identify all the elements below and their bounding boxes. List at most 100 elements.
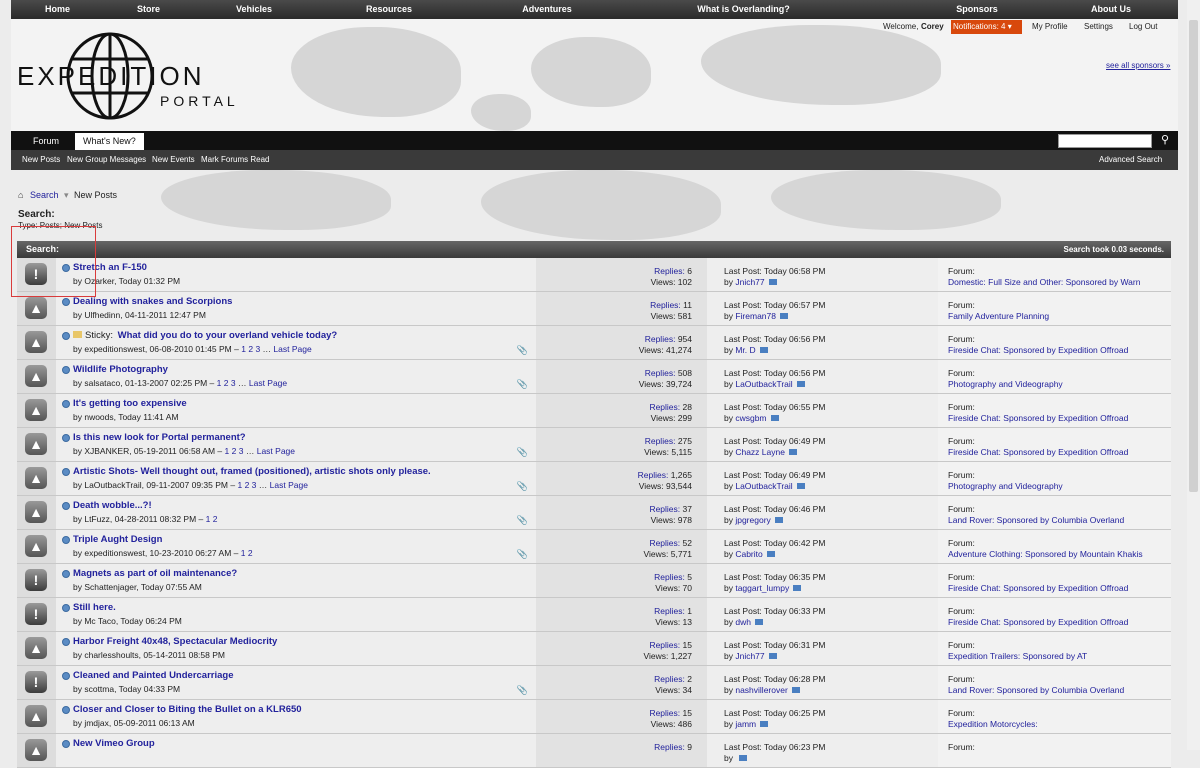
page-link[interactable]: 1 [206, 514, 211, 524]
username-link[interactable]: Corey [921, 22, 944, 31]
forum-link[interactable]: Fireside Chat: Sponsored by Expedition O… [948, 583, 1128, 593]
go-first-unread-icon[interactable] [62, 570, 70, 578]
replies-link[interactable]: Replies: [654, 674, 685, 684]
page-link[interactable]: 1 [237, 480, 242, 490]
thread-title-link[interactable]: Closer and Closer to Biting the Bullet o… [73, 704, 302, 715]
forum-link[interactable]: Expedition Trailers: Sponsored by AT [948, 651, 1087, 661]
page-link[interactable]: 3 [239, 446, 244, 456]
thread-title-link[interactable]: Is this new look for Portal permanent? [73, 432, 246, 443]
page-link[interactable]: 3 [255, 344, 260, 354]
go-first-unread-icon[interactable] [62, 332, 70, 340]
topnav-adventures[interactable]: Adventures [463, 0, 631, 19]
notifications-button[interactable]: Notifications: 4 ▾ [951, 20, 1022, 34]
go-to-last-post-icon[interactable] [759, 347, 768, 353]
thread-title-link[interactable]: What did you do to your overland vehicle… [118, 330, 338, 341]
replies-link[interactable]: Replies: [649, 640, 680, 650]
last-post-user-link[interactable]: taggart_lumpy [735, 583, 789, 593]
forum-link[interactable]: Fireside Chat: Sponsored by Expedition O… [948, 345, 1128, 355]
replies-link[interactable]: Replies: [654, 572, 685, 582]
subnav-new-group-messages[interactable]: New Group Messages [67, 150, 146, 170]
go-to-last-post-icon[interactable] [739, 755, 748, 761]
go-first-unread-icon[interactable] [62, 468, 70, 476]
forum-link[interactable]: Family Adventure Planning [948, 311, 1049, 321]
page-link[interactable]: 1 [217, 378, 222, 388]
replies-link[interactable]: Replies: [638, 470, 669, 480]
last-post-user-link[interactable]: jamm [735, 719, 756, 729]
thread-title-link[interactable]: Still here. [73, 602, 116, 613]
go-first-unread-icon[interactable] [62, 740, 70, 748]
attachment-icon[interactable]: 📎 [517, 685, 528, 696]
last-post-user-link[interactable]: nashvillerover [735, 685, 787, 695]
go-first-unread-icon[interactable] [62, 298, 70, 306]
forum-link[interactable]: Photography and Videography [948, 379, 1063, 389]
last-page-link[interactable]: Last Page [270, 480, 308, 490]
last-post-user-link[interactable]: Chazz Layne [735, 447, 785, 457]
search-icon[interactable]: ⚲ [1161, 133, 1169, 146]
forum-link[interactable]: Fireside Chat: Sponsored by Expedition O… [948, 447, 1128, 457]
search-input[interactable] [1058, 134, 1152, 148]
attachment-icon[interactable]: 📎 [517, 345, 528, 356]
thread-title-link[interactable]: It's getting too expensive [73, 398, 187, 409]
last-post-user-link[interactable]: Cabrito [735, 549, 762, 559]
topnav-store[interactable]: Store [104, 0, 193, 19]
page-link[interactable]: 1 [241, 548, 246, 558]
replies-link[interactable]: Replies: [649, 402, 680, 412]
go-first-unread-icon[interactable] [62, 366, 70, 374]
go-first-unread-icon[interactable] [62, 672, 70, 680]
replies-link[interactable]: Replies: [649, 538, 680, 548]
thread-title-link[interactable]: Harbor Freight 40x48, Spectacular Medioc… [73, 636, 277, 647]
advanced-search-link[interactable]: Advanced Search [1099, 150, 1162, 170]
last-page-link[interactable]: Last Page [249, 378, 287, 388]
page-link[interactable]: 2 [248, 344, 253, 354]
last-page-link[interactable]: Last Page [257, 446, 295, 456]
tab-whats-new[interactable]: What's New? [75, 133, 144, 150]
thread-title-link[interactable]: Dealing with snakes and Scorpions [73, 296, 232, 307]
go-to-last-post-icon[interactable] [788, 449, 797, 455]
breadcrumb-search-link[interactable]: Search [30, 190, 59, 200]
go-to-last-post-icon[interactable] [791, 687, 800, 693]
go-to-last-post-icon[interactable] [793, 585, 802, 591]
subnav-mark-forums-read[interactable]: Mark Forums Read [201, 150, 269, 170]
see-all-sponsors-link[interactable]: see all sponsors » [1106, 61, 1170, 70]
forum-link[interactable]: Fireside Chat: Sponsored by Expedition O… [948, 617, 1128, 627]
last-post-user-link[interactable]: cwsgbm [735, 413, 766, 423]
replies-link[interactable]: Replies: [649, 708, 680, 718]
topnav-resources[interactable]: Resources [315, 0, 463, 19]
settings-link[interactable]: Settings [1084, 22, 1113, 31]
last-post-user-link[interactable]: Jnich77 [735, 651, 764, 661]
go-first-unread-icon[interactable] [62, 434, 70, 442]
topnav-vehicles[interactable]: Vehicles [193, 0, 315, 19]
topnav-about-us[interactable]: About Us [1051, 0, 1171, 19]
page-link[interactable]: 3 [252, 480, 257, 490]
last-post-user-link[interactable]: Mr. D [735, 345, 755, 355]
last-page-link[interactable]: Last Page [273, 344, 311, 354]
forum-link[interactable]: Expedition Motorcycles: [948, 719, 1038, 729]
last-post-user-link[interactable]: dwh [735, 617, 751, 627]
go-to-last-post-icon[interactable] [754, 619, 763, 625]
go-first-unread-icon[interactable] [62, 638, 70, 646]
replies-link[interactable]: Replies: [645, 334, 676, 344]
go-to-last-post-icon[interactable] [768, 279, 777, 285]
replies-link[interactable]: Replies: [645, 368, 676, 378]
replies-link[interactable]: Replies: [649, 504, 680, 514]
go-to-last-post-icon[interactable] [768, 653, 777, 659]
page-link[interactable]: 3 [231, 378, 236, 388]
topnav-what-is-overlanding[interactable]: What is Overlanding? [631, 0, 856, 19]
go-to-last-post-icon[interactable] [779, 313, 788, 319]
forum-link[interactable]: Fireside Chat: Sponsored by Expedition O… [948, 413, 1128, 423]
go-to-last-post-icon[interactable] [796, 483, 805, 489]
subnav-new-posts[interactable]: New Posts [22, 150, 60, 170]
go-to-last-post-icon[interactable] [774, 517, 783, 523]
logout-link[interactable]: Log Out [1129, 22, 1157, 31]
replies-link[interactable]: Replies: [645, 436, 676, 446]
forum-link[interactable]: Land Rover: Sponsored by Columbia Overla… [948, 685, 1124, 695]
page-link[interactable]: 1 [225, 446, 230, 456]
subnav-new-events[interactable]: New Events [152, 150, 195, 170]
attachment-icon[interactable]: 📎 [517, 515, 528, 526]
topnav-home[interactable]: Home [11, 0, 104, 19]
page-link[interactable]: 1 [241, 344, 246, 354]
page-link[interactable]: 2 [232, 446, 237, 456]
replies-link[interactable]: Replies: [654, 266, 685, 276]
tab-forum[interactable]: Forum [25, 133, 67, 150]
attachment-icon[interactable]: 📎 [517, 481, 528, 492]
